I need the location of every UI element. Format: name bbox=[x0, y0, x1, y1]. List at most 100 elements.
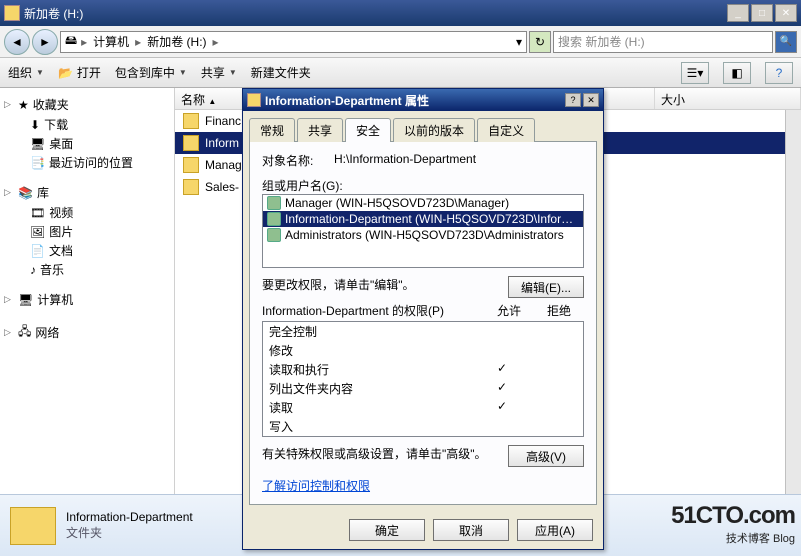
security-tab-body: 对象名称: H:\Information-Department 组或用户名(G)… bbox=[249, 141, 597, 505]
learn-more-link[interactable]: 了解访问控制和权限 bbox=[262, 477, 370, 494]
back-button[interactable]: ◄ bbox=[4, 29, 30, 55]
permission-row[interactable]: 写入 bbox=[263, 417, 583, 436]
close-button[interactable]: ✕ bbox=[775, 4, 797, 22]
toolbar: 组织▼ 📂打开 包含到库中▼ 共享▼ 新建文件夹 ☰▾ ◧ ? bbox=[0, 58, 801, 88]
tab-previous-versions[interactable]: 以前的版本 bbox=[393, 118, 475, 142]
chevron-right-icon: ▸ bbox=[213, 35, 219, 49]
allow-cell: ✓ bbox=[477, 361, 527, 378]
open-icon: 📂 bbox=[58, 66, 73, 80]
apply-button[interactable]: 应用(A) bbox=[517, 519, 593, 541]
permissions-for-label: Information-Department 的权限(P) bbox=[262, 302, 484, 319]
group-icon bbox=[267, 212, 281, 226]
permissions-listbox[interactable]: 完全控制修改读取和执行✓列出文件夹内容✓读取✓写入 bbox=[262, 321, 584, 437]
folder-icon bbox=[183, 113, 199, 129]
preview-pane-button[interactable]: ◧ bbox=[723, 62, 751, 84]
allow-cell: ✓ bbox=[477, 380, 527, 397]
sidebar-libraries[interactable]: ▷📚库 bbox=[4, 182, 170, 203]
allow-cell bbox=[477, 418, 527, 435]
share-menu[interactable]: 共享▼ bbox=[201, 64, 237, 81]
search-placeholder: 搜索 新加卷 (H:) bbox=[558, 33, 645, 50]
permission-row[interactable]: 读取和执行✓ bbox=[263, 360, 583, 379]
permission-name: 写入 bbox=[269, 418, 477, 435]
sidebar-item-pictures[interactable]: 🖼图片 bbox=[30, 222, 170, 241]
crumb-drive[interactable]: 新加卷 (H:) bbox=[145, 33, 208, 50]
group-item[interactable]: Administrators (WIN-H5QSOVD723D\Administ… bbox=[263, 227, 583, 243]
permission-name: 修改 bbox=[269, 342, 477, 359]
open-button[interactable]: 📂打开 bbox=[58, 64, 101, 81]
sidebar-favorites[interactable]: ▷★收藏夹 bbox=[4, 94, 170, 115]
permission-row[interactable]: 完全控制 bbox=[263, 322, 583, 341]
dropdown-icon[interactable]: ▾ bbox=[516, 35, 522, 49]
scrollbar[interactable] bbox=[785, 110, 801, 494]
ok-button[interactable]: 确定 bbox=[349, 519, 425, 541]
groups-listbox[interactable]: Manager (WIN-H5QSOVD723D\Manager) Inform… bbox=[262, 194, 584, 268]
chevron-right-icon: ▸ bbox=[135, 35, 141, 49]
drive-icon: 🖴 bbox=[65, 31, 77, 52]
edit-button[interactable]: 编辑(E)... bbox=[508, 276, 584, 298]
chevron-right-icon: ▸ bbox=[81, 35, 87, 49]
group-item[interactable]: Manager (WIN-H5QSOVD723D\Manager) bbox=[263, 195, 583, 211]
sidebar-computer[interactable]: ▷🖥计算机 bbox=[4, 289, 170, 310]
group-item[interactable]: Information-Department (WIN-H5QSOVD723D\… bbox=[263, 211, 583, 227]
permission-row[interactable]: 列出文件夹内容✓ bbox=[263, 379, 583, 398]
crumb-computer[interactable]: 计算机 bbox=[91, 33, 131, 50]
permission-name: 列出文件夹内容 bbox=[269, 380, 477, 397]
video-icon: 🎞 bbox=[30, 206, 45, 220]
star-icon: ★ bbox=[18, 98, 29, 112]
allow-cell bbox=[477, 323, 527, 340]
include-in-library-menu[interactable]: 包含到库中▼ bbox=[115, 64, 187, 81]
new-folder-button[interactable]: 新建文件夹 bbox=[251, 64, 311, 81]
cancel-button[interactable]: 取消 bbox=[433, 519, 509, 541]
organize-menu[interactable]: 组织▼ bbox=[8, 64, 44, 81]
deny-cell bbox=[527, 399, 577, 416]
tab-sharing[interactable]: 共享 bbox=[297, 118, 343, 142]
sidebar-network[interactable]: ▷🖧网络 bbox=[4, 320, 170, 345]
document-icon: 📄 bbox=[30, 244, 45, 258]
window-title: 新加卷 (H:) bbox=[24, 5, 727, 22]
sidebar-item-music[interactable]: ♪音乐 bbox=[30, 260, 170, 279]
deny-cell bbox=[527, 418, 577, 435]
dialog-help-button[interactable]: ? bbox=[565, 93, 581, 107]
sidebar-item-videos[interactable]: 🎞视频 bbox=[30, 203, 170, 222]
tab-general[interactable]: 常规 bbox=[249, 118, 295, 142]
window-controls: _ □ ✕ bbox=[727, 4, 797, 22]
object-name-label: 对象名称: bbox=[262, 152, 326, 169]
dialog-close-button[interactable]: ✕ bbox=[583, 93, 599, 107]
tab-security[interactable]: 安全 bbox=[345, 118, 391, 142]
minimize-button[interactable]: _ bbox=[727, 4, 749, 22]
folder-icon bbox=[183, 179, 199, 195]
sidebar-item-recent[interactable]: 📑最近访问的位置 bbox=[30, 153, 170, 172]
view-options-button[interactable]: ☰▾ bbox=[681, 62, 709, 84]
permission-row[interactable]: 修改 bbox=[263, 341, 583, 360]
drive-icon bbox=[4, 5, 20, 21]
allow-cell: ✓ bbox=[477, 399, 527, 416]
sidebar-item-documents[interactable]: 📄文档 bbox=[30, 241, 170, 260]
permission-row[interactable]: 读取✓ bbox=[263, 398, 583, 417]
folder-icon bbox=[247, 93, 261, 107]
maximize-button[interactable]: □ bbox=[751, 4, 773, 22]
advanced-button[interactable]: 高级(V) bbox=[508, 445, 584, 467]
library-icon: 📚 bbox=[18, 186, 33, 200]
search-input[interactable]: 搜索 新加卷 (H:) bbox=[553, 31, 773, 53]
folder-icon bbox=[183, 135, 199, 151]
refresh-button[interactable]: ↻ bbox=[529, 31, 551, 53]
user-icon bbox=[267, 196, 281, 210]
folder-icon bbox=[183, 157, 199, 173]
breadcrumb[interactable]: 🖴 ▸ 计算机 ▸ 新加卷 (H:) ▸ ▾ bbox=[60, 31, 527, 53]
sidebar-item-downloads[interactable]: ⬇下载 bbox=[30, 115, 170, 134]
music-icon: ♪ bbox=[30, 263, 36, 277]
help-button[interactable]: ? bbox=[765, 62, 793, 84]
search-button[interactable]: 🔍 bbox=[775, 31, 797, 53]
network-icon: 🖧 bbox=[18, 322, 31, 343]
forward-button[interactable]: ► bbox=[32, 29, 58, 55]
download-icon: ⬇ bbox=[30, 118, 40, 132]
folder-icon bbox=[10, 507, 56, 545]
groups-label: 组或用户名(G): bbox=[262, 177, 584, 194]
tab-customize[interactable]: 自定义 bbox=[477, 118, 535, 142]
column-size[interactable]: 大小 bbox=[655, 88, 801, 109]
advanced-hint: 有关特殊权限或高级设置，请单击"高级"。 bbox=[262, 445, 508, 467]
window-titlebar: 新加卷 (H:) _ □ ✕ bbox=[0, 0, 801, 26]
properties-dialog: Information-Department 属性 ? ✕ 常规 共享 安全 以… bbox=[242, 88, 604, 550]
deny-cell bbox=[527, 342, 577, 359]
sidebar-item-desktop[interactable]: 🖥桌面 bbox=[30, 134, 170, 153]
